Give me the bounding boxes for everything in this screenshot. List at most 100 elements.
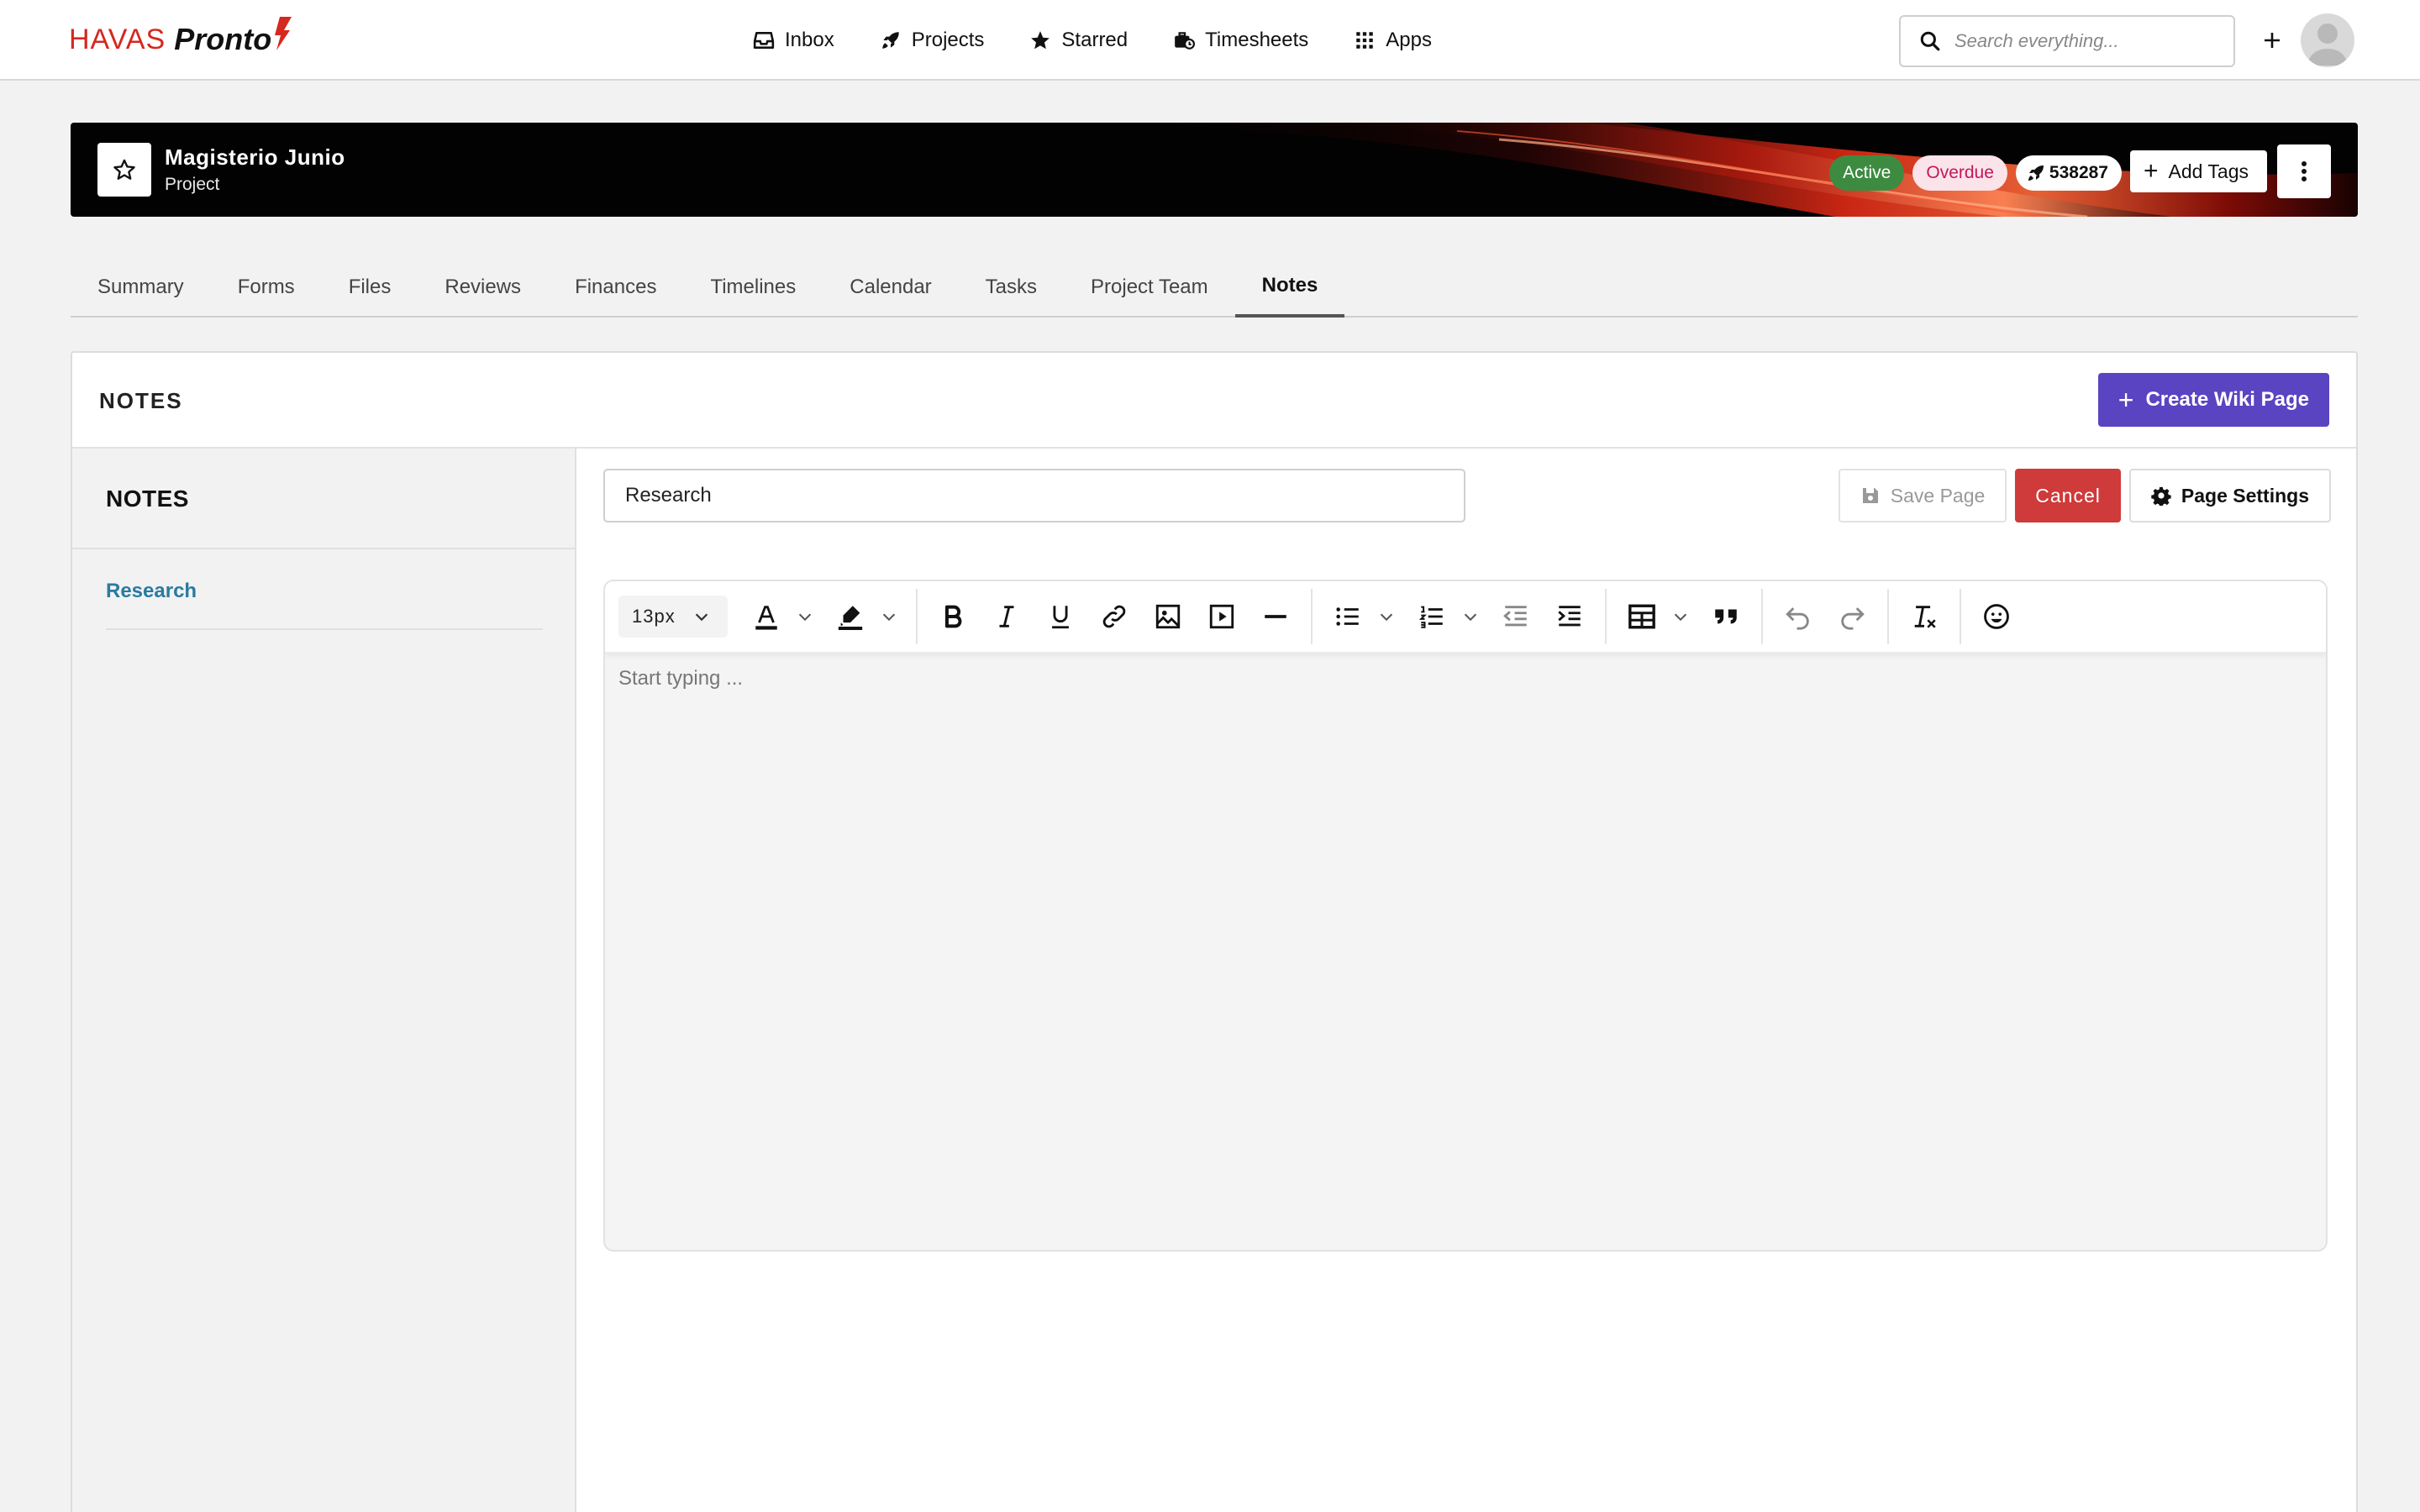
table-chevron[interactable] (1669, 605, 1692, 628)
inbox-icon (753, 32, 775, 49)
editor-placeholder: Start typing ... (618, 667, 744, 690)
underline-icon (1052, 606, 1069, 629)
logo-pronto-text: Pronto (174, 22, 272, 56)
project-id-badge[interactable]: 538287 (2015, 155, 2122, 191)
tab-finances[interactable]: Finances (548, 257, 683, 318)
more-options-button[interactable] (2277, 144, 2331, 198)
indent-icon (1558, 606, 1581, 627)
tab-project-team[interactable]: Project Team (1064, 257, 1235, 318)
redo-icon (1841, 607, 1865, 630)
highlight-dropdown[interactable] (823, 590, 908, 643)
quote-icon (1715, 609, 1737, 624)
text-color-button[interactable] (739, 590, 793, 643)
user-avatar[interactable] (2301, 13, 2354, 67)
bullet-list-dropdown[interactable] (1321, 590, 1405, 643)
bold-icon (944, 605, 962, 628)
cancel-button[interactable]: Cancel (2015, 469, 2121, 522)
search-input[interactable] (1954, 30, 2223, 52)
indent-button[interactable] (1543, 590, 1597, 643)
add-tags-label: Add Tags (2168, 160, 2249, 182)
horizontal-rule-icon (1265, 615, 1286, 618)
image-button[interactable] (1141, 590, 1195, 643)
text-color-dropdown[interactable] (739, 590, 823, 643)
table-dropdown[interactable] (1615, 590, 1699, 643)
text-color-icon (755, 606, 777, 630)
editor-content[interactable]: Start typing ... (605, 654, 2326, 704)
sidebar-title: NOTES (106, 486, 189, 512)
underline-button[interactable] (1034, 590, 1087, 643)
tab-reviews[interactable]: Reviews (418, 257, 548, 318)
tab-tasks[interactable]: Tasks (959, 257, 1064, 318)
highlight-chevron[interactable] (877, 605, 901, 628)
nav-timesheets[interactable]: Timesheets (1173, 29, 1308, 52)
star-icon (1031, 31, 1050, 50)
blockquote-button[interactable] (1699, 590, 1753, 643)
numbered-list-dropdown[interactable] (1405, 590, 1489, 643)
save-icon (1862, 488, 1878, 503)
page-title-input[interactable] (603, 469, 1465, 522)
havas-pronto-logo[interactable]: HAVAS Pronto (69, 17, 292, 60)
table-button[interactable] (1615, 590, 1669, 643)
tab-timelines[interactable]: Timelines (683, 257, 823, 318)
sidebar-item-research[interactable]: Research (106, 580, 543, 630)
outdent-icon (1503, 606, 1527, 627)
editor-actions: Save Page Cancel Page Settings (1830, 469, 2331, 522)
redo-button[interactable] (1825, 590, 1879, 643)
plus-icon: + (2118, 385, 2134, 415)
clear-formatting-button[interactable] (1897, 590, 1951, 643)
horizontal-rule-button[interactable] (1249, 590, 1302, 643)
tab-files[interactable]: Files (322, 257, 418, 318)
text-color-chevron[interactable] (793, 605, 817, 628)
bullet-list-button[interactable] (1321, 590, 1375, 643)
page-settings-button[interactable]: Page Settings (2128, 469, 2331, 522)
bolt-icon (275, 17, 292, 50)
outdent-button[interactable] (1489, 590, 1543, 643)
nav-inbox-label: Inbox (785, 29, 834, 51)
rocket-icon (2028, 165, 2044, 181)
tab-calendar[interactable]: Calendar (823, 257, 958, 318)
bold-button[interactable] (926, 590, 980, 643)
favorite-star-button[interactable] (97, 143, 151, 197)
toolbar-divider (1761, 589, 1763, 644)
emoji-button[interactable] (1970, 590, 2023, 643)
chevron-down-icon (695, 613, 708, 622)
project-type: Project (165, 175, 220, 194)
tab-notes[interactable]: Notes (1234, 257, 1345, 318)
chevron-down-icon (798, 613, 812, 622)
user-avatar-icon (2307, 24, 2348, 66)
save-page-button[interactable]: Save Page (1838, 469, 2007, 522)
top-bar: HAVAS Pronto Inbox Projects Starred Time… (0, 0, 2420, 81)
rocket-icon (881, 32, 899, 49)
chevron-down-icon (1674, 613, 1687, 622)
notes-sidebar: NOTES Research (72, 449, 576, 1512)
highlighter-icon (838, 606, 863, 631)
numbered-list-chevron[interactable] (1459, 605, 1482, 628)
italic-button[interactable] (980, 590, 1034, 643)
link-icon (1102, 605, 1126, 628)
bullet-list-chevron[interactable] (1375, 605, 1398, 628)
create-new-button[interactable] (2255, 24, 2289, 57)
create-wiki-page-button[interactable]: + Create Wiki Page (2097, 373, 2329, 427)
nav-starred[interactable]: Starred (1029, 29, 1128, 52)
highlight-button[interactable] (823, 590, 877, 643)
toolbar-divider (1887, 589, 1889, 644)
toolbar-divider (916, 589, 918, 644)
link-button[interactable] (1087, 590, 1141, 643)
nav-apps-label: Apps (1386, 29, 1432, 51)
add-tags-button[interactable]: + Add Tags (2129, 150, 2267, 192)
status-badge-active: Active (1829, 155, 1905, 191)
nav-apps[interactable]: Apps (1354, 29, 1432, 52)
undo-button[interactable] (1771, 590, 1825, 643)
nav-inbox[interactable]: Inbox (753, 29, 834, 52)
video-button[interactable] (1195, 590, 1249, 643)
numbered-list-button[interactable] (1405, 590, 1459, 643)
tab-summary[interactable]: Summary (71, 257, 211, 318)
editor-area: Save Page Cancel Page Settings 13px (576, 449, 2358, 1512)
nav-timesheets-label: Timesheets (1205, 29, 1309, 51)
emoji-icon (1984, 604, 2009, 629)
nav-projects[interactable]: Projects (880, 29, 984, 52)
tab-forms[interactable]: Forms (211, 257, 322, 318)
toolbar-divider (1960, 589, 1961, 644)
global-search[interactable] (1899, 15, 2235, 67)
font-size-select[interactable]: 13px (618, 596, 728, 638)
